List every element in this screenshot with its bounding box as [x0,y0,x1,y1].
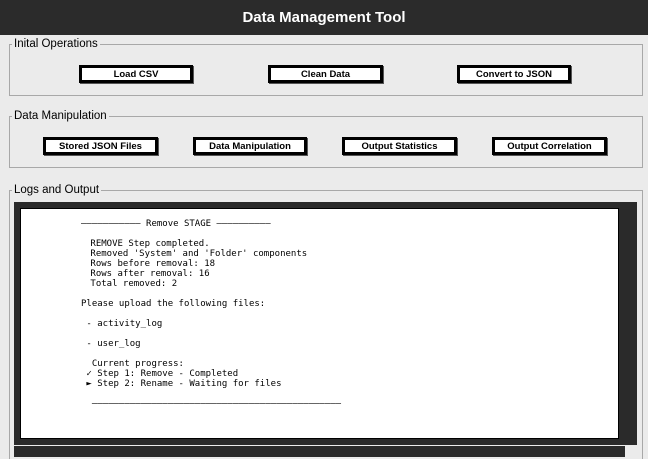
log-line: Total removed: 2 [85,279,178,289]
log-line: Current progress: [81,359,184,369]
logs-output-legend: Logs and Output [14,184,100,196]
log-line: Rows after removal: 16 [85,269,210,279]
log-line: Rows before removal: 18 [85,259,216,269]
output-correlation-button[interactable]: Output Correlation [492,137,607,155]
log-line: Please upload the following files: [81,299,266,309]
horizontal-scrollbar[interactable] [14,446,625,457]
stored-json-files-button[interactable]: Stored JSON Files [43,137,158,155]
convert-to-json-button[interactable]: Convert to JSON [457,65,571,83]
log-line: ——————————— Remove STAGE —————————— [81,219,271,229]
data-manipulation-legend: Data Manipulation [14,110,107,122]
clean-data-button[interactable]: Clean Data [268,65,383,83]
log-output-textarea[interactable]: ——————————— Remove STAGE —————————— REMO… [20,208,619,439]
log-text: ——————————— Remove STAGE —————————— REMO… [81,219,341,409]
window-title: Data Management Tool [0,0,648,35]
log-line: ————————————————————————————————————————… [81,399,342,409]
log-line: - user_log [81,339,141,349]
log-line: ✓ Step 1: Remove - Completed [81,369,239,379]
data-manipulation-button[interactable]: Data Manipulation [193,137,307,155]
log-line: Removed 'System' and 'Folder' components [85,249,308,259]
load-csv-button[interactable]: Load CSV [79,65,193,83]
output-statistics-button[interactable]: Output Statistics [342,137,457,155]
initial-operations-legend: Inital Operations [14,38,98,50]
log-line: REMOVE Step completed. [85,239,210,249]
log-line: - activity_log [81,319,163,329]
log-output-frame: ——————————— Remove STAGE —————————— REMO… [14,202,625,445]
log-line: ► Step 2: Rename - Waiting for files [81,379,282,389]
vertical-scrollbar[interactable] [625,202,637,445]
